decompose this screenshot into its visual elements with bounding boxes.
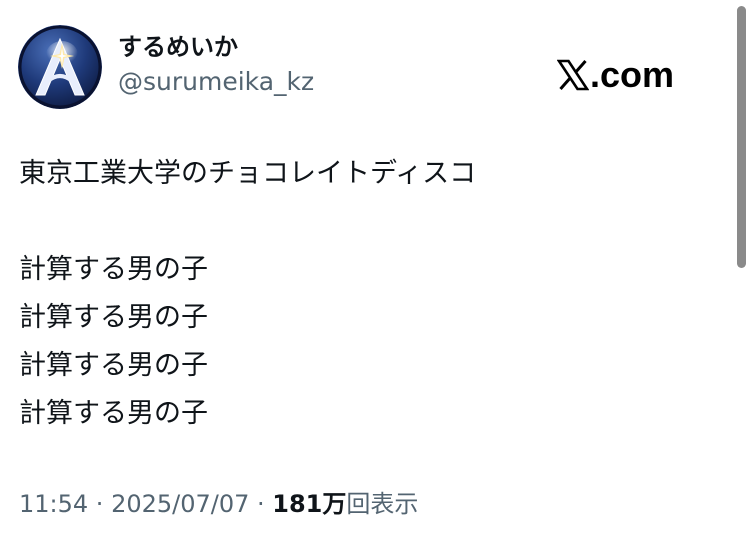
display-name[interactable]: するめいか [118,31,314,63]
user-handle[interactable]: @surumeika_kz [118,65,314,99]
tweet-date[interactable]: 2025/07/07 [111,490,249,518]
tweet-time[interactable]: 11:54 [19,490,88,518]
tweet-line: 東京工業大学のチョコレイトディスコ [19,158,477,189]
tweet-line: 計算する男の子 [19,398,208,429]
views-label: 回表示 [346,490,419,518]
tweet-line: 計算する男の子 [19,254,208,285]
x-com-text: .com [589,54,674,95]
avatar[interactable] [18,25,102,109]
user-names: するめいか @surumeika_kz [118,31,314,99]
x-com-logo[interactable]: .com [556,53,674,97]
tweet-header: するめいか @surumeika_kz .com [18,25,718,109]
x-logo-icon [556,59,590,91]
scrollbar-thumb[interactable] [737,6,746,268]
tweet-line: 計算する男の子 [19,302,208,333]
tweet-line: 計算する男の子 [19,350,208,381]
tweet-body: 東京工業大学のチョコレイトディスコ 計算する男の子 計算する男の子 計算する男の… [19,150,476,438]
meta-separator: · [249,490,273,518]
meta-separator: · [88,490,112,518]
views-count: 181万 [272,490,347,518]
tweet-screenshot: { "user": { "display_name": "するめいか", "ha… [0,0,750,537]
tweet-meta: 11:54 · 2025/07/07 · 181万回表示 [19,486,418,522]
star-emblem-icon [18,25,102,109]
